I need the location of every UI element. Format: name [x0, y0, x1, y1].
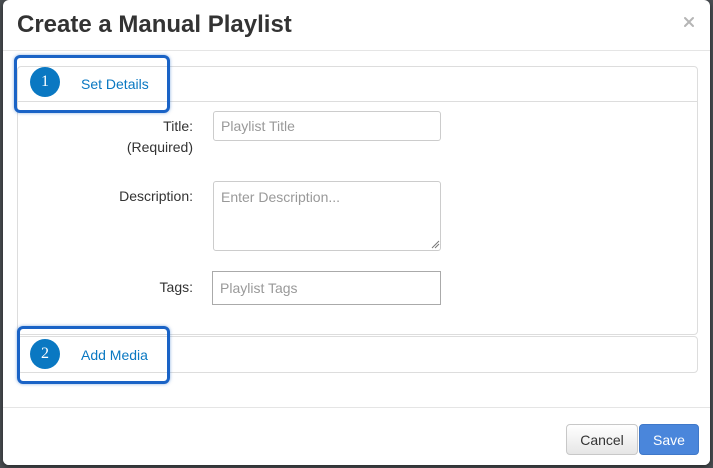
tags-input[interactable]	[212, 271, 441, 305]
title-label: Title:	[163, 118, 193, 134]
tags-label: Tags:	[159, 279, 193, 295]
resize-grip-icon[interactable]	[430, 239, 440, 249]
cancel-button[interactable]: Cancel	[566, 424, 638, 455]
required-label: (Required)	[126, 139, 193, 155]
modal-title: Create a Manual Playlist	[17, 11, 292, 38]
description-input[interactable]	[213, 181, 441, 251]
modal-footer: Cancel Save	[3, 407, 710, 465]
save-button[interactable]: Save	[639, 424, 699, 455]
description-label: Description:	[119, 188, 193, 204]
step-number-badge: 1	[30, 67, 60, 97]
step-label-add-media[interactable]: Add Media	[81, 347, 148, 363]
close-icon[interactable]	[682, 15, 696, 29]
step-number-badge: 2	[30, 339, 60, 369]
step-label-set-details[interactable]: Set Details	[81, 76, 149, 92]
title-input[interactable]	[213, 111, 441, 141]
modal-header: Create a Manual Playlist	[3, 0, 710, 51]
